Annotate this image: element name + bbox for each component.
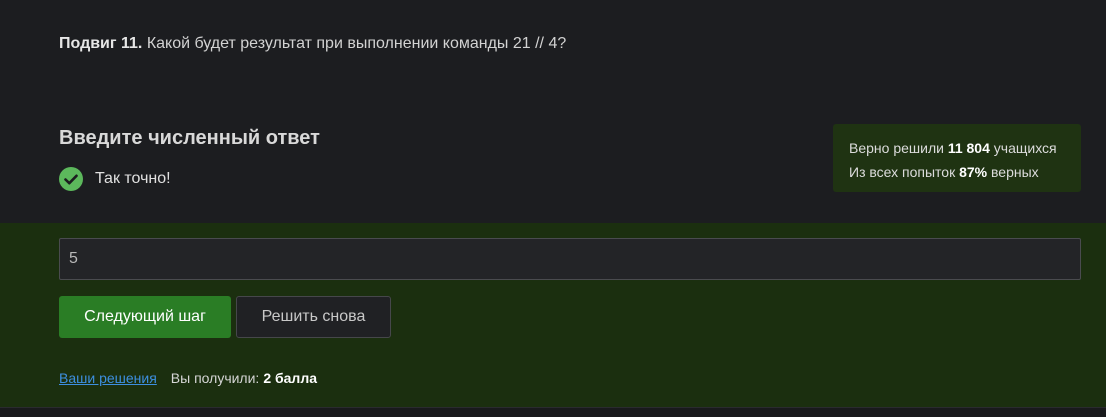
answer-input[interactable] — [59, 238, 1081, 280]
stats-solved-line: Верно решили 11 804 учащихся — [849, 136, 1065, 160]
stats-solved-label: Верно решили — [849, 140, 944, 156]
stats-attempts-label: Из всех попыток — [849, 164, 956, 180]
question-panel: Подвиг 11. Какой будет результат при вып… — [0, 0, 1106, 223]
stats-box: Верно решили 11 804 учащихся Из всех поп… — [833, 124, 1081, 192]
answer-status: Так точно! — [59, 167, 171, 191]
retry-button[interactable]: Решить снова — [236, 296, 391, 338]
score-value: 2 балла — [263, 370, 317, 386]
next-step-button[interactable]: Следующий шаг — [59, 296, 231, 338]
your-solutions-link[interactable]: Ваши решения — [59, 370, 157, 386]
stats-attempts-percent: 87% — [959, 164, 988, 180]
stats-solved-count: 11 804 — [947, 140, 990, 156]
answer-heading: Введите численный ответ — [59, 127, 320, 149]
received-label: Вы получили: — [170, 370, 260, 386]
status-text: Так точно! — [95, 170, 171, 187]
question-title: Подвиг 11. — [59, 35, 143, 52]
check-circle-icon — [59, 167, 83, 191]
stats-attempts-suffix: верных — [991, 164, 1039, 180]
stats-solved-suffix: учащихся — [993, 140, 1057, 156]
stats-attempts-line: Из всех попыток 87% верных — [849, 160, 1065, 184]
question-body: Какой будет результат при выполнении ком… — [146, 35, 567, 52]
question-text-line: Подвиг 11. Какой будет результат при вып… — [59, 35, 566, 53]
result-footer: Ваши решения Вы получили: 2 балла — [59, 370, 317, 386]
